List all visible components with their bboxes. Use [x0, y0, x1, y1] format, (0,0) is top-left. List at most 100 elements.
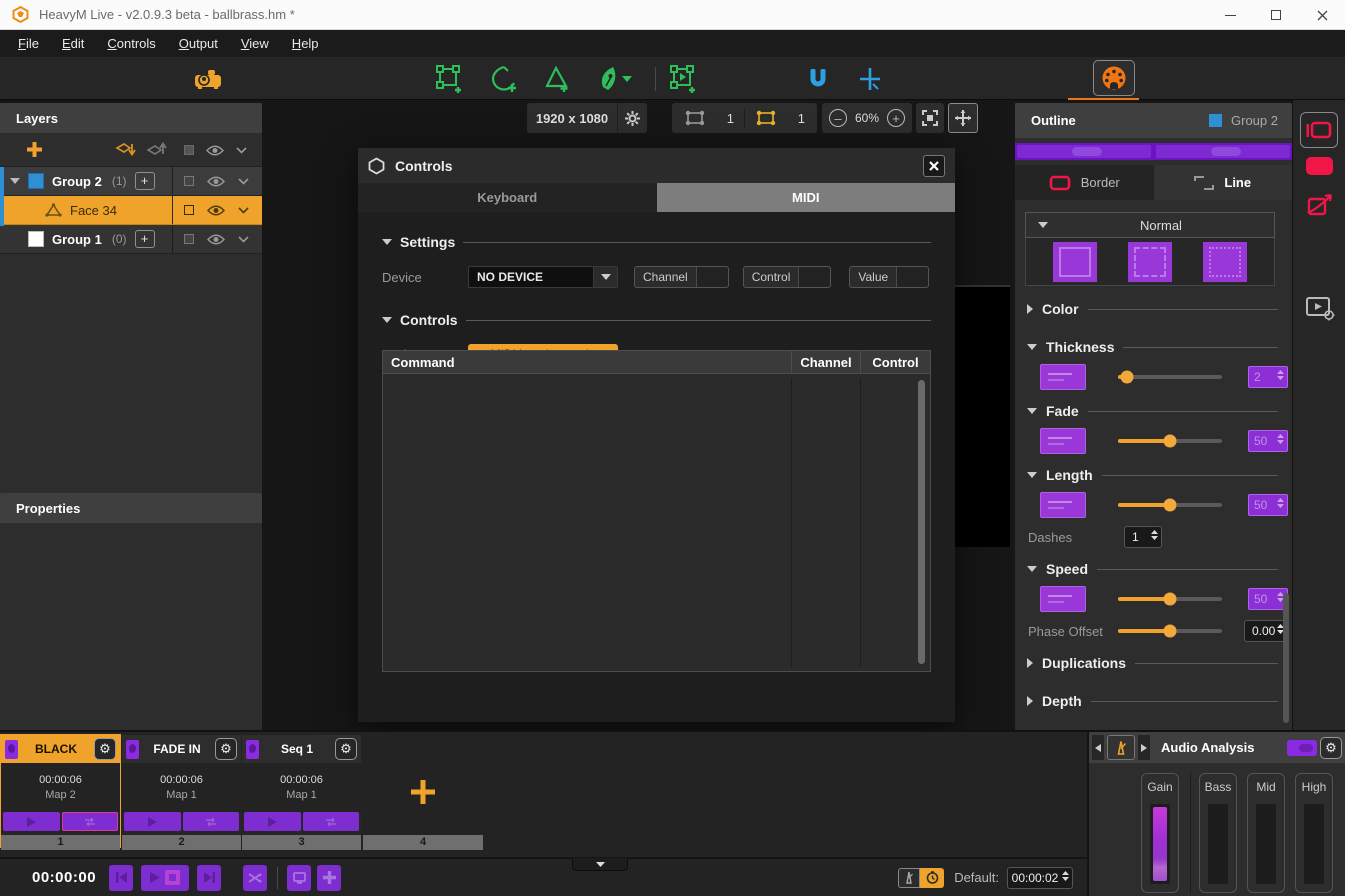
length-section-header[interactable]: Length: [1015, 467, 1292, 483]
control-field-input[interactable]: [798, 267, 830, 287]
layer-name[interactable]: Face 34: [70, 203, 117, 218]
effects-mode-button[interactable]: [1306, 193, 1334, 219]
speed-effect-swatch[interactable]: [1040, 586, 1086, 612]
depth-section-header[interactable]: Depth: [1015, 693, 1292, 709]
bpm-mode-button[interactable]: [898, 868, 920, 888]
settings-section-header[interactable]: Settings: [382, 234, 931, 250]
sequence-number[interactable]: 2: [122, 835, 241, 850]
outline-mode-button[interactable]: [1300, 112, 1338, 148]
tab-midi[interactable]: MIDI: [657, 183, 956, 212]
panel-prev-arrow[interactable]: [1092, 735, 1104, 760]
outline-panel-scrollbar[interactable]: [1283, 593, 1289, 723]
projector-icon[interactable]: [192, 63, 224, 95]
sequence-settings-gear-icon[interactable]: ⚙: [94, 738, 116, 760]
dialog-close-icon[interactable]: [923, 155, 945, 177]
add-point-icon[interactable]: [854, 63, 886, 95]
layer-row-face34[interactable]: Face 34: [0, 196, 262, 225]
add-quad-tool[interactable]: [434, 63, 466, 95]
add-player-tool[interactable]: [668, 63, 700, 95]
visibility-icon[interactable]: [207, 204, 225, 217]
sequence-play-button[interactable]: [3, 812, 60, 831]
thickness-effect-swatch[interactable]: [1040, 364, 1086, 390]
add-layer-button[interactable]: [26, 141, 43, 158]
meter-high[interactable]: High: [1295, 773, 1333, 893]
tab-line[interactable]: Line: [1154, 165, 1293, 200]
column-header-channel[interactable]: Channel: [792, 351, 861, 373]
solo-checkbox[interactable]: [184, 234, 194, 244]
menu-view[interactable]: View: [231, 31, 279, 56]
style-preview-3[interactable]: [1203, 242, 1247, 282]
layer-row-group2[interactable]: Group 2 (1) +: [0, 167, 262, 196]
sequence-settings-gear-icon[interactable]: ⚙: [215, 738, 237, 760]
meter-gain[interactable]: Gain: [1141, 773, 1179, 893]
sequence-number[interactable]: 4: [363, 835, 483, 850]
sequence-play-button[interactable]: [124, 812, 181, 831]
phase-offset-spinner[interactable]: 0.00: [1244, 620, 1288, 642]
zoom-out-button[interactable]: –: [829, 109, 847, 127]
sequence-loop-button[interactable]: [62, 812, 119, 831]
move-layer-down-icon[interactable]: [115, 141, 136, 158]
chevron-down-icon[interactable]: [238, 207, 249, 214]
group-color-swatch[interactable]: [28, 231, 44, 247]
add-triangle-tool[interactable]: [541, 63, 573, 95]
expand-icon[interactable]: [10, 178, 20, 184]
duplications-section-header[interactable]: Duplications: [1015, 655, 1292, 671]
device-select[interactable]: NO DEVICE: [468, 266, 618, 288]
visibility-icon[interactable]: [207, 233, 225, 246]
panel-next-arrow[interactable]: [1138, 735, 1150, 760]
magnet-icon[interactable]: [802, 63, 834, 95]
midi-panel-button[interactable]: [1093, 60, 1135, 96]
solo-checkbox[interactable]: [184, 205, 194, 215]
length-slider[interactable]: [1118, 503, 1222, 507]
resolution-settings-gear-icon[interactable]: [617, 103, 647, 133]
column-header-control[interactable]: Control: [861, 351, 930, 373]
sequence-settings-gear-icon[interactable]: ⚙: [335, 738, 357, 760]
move-layer-up-icon[interactable]: [146, 141, 167, 158]
pan-tool-button[interactable]: [948, 103, 978, 133]
chevron-down-icon[interactable]: [238, 178, 249, 185]
meter-mid[interactable]: Mid: [1247, 773, 1285, 893]
chevron-down-icon[interactable]: [238, 236, 249, 243]
controls-section-header[interactable]: Controls: [382, 312, 931, 328]
fit-view-button[interactable]: [916, 103, 944, 133]
fade-slider[interactable]: [1118, 439, 1222, 443]
length-effect-swatch[interactable]: [1040, 492, 1086, 518]
minimize-button[interactable]: [1207, 0, 1253, 30]
play-stop-button[interactable]: [141, 865, 189, 891]
menu-controls[interactable]: Controls: [97, 31, 165, 56]
chevron-down-icon[interactable]: [593, 267, 617, 287]
add-shape-to-group-button[interactable]: +: [135, 172, 155, 190]
menu-output[interactable]: Output: [169, 31, 228, 56]
channel-field[interactable]: Channel: [634, 266, 729, 288]
collapse-all-icon[interactable]: [236, 147, 247, 154]
fade-value-box[interactable]: 50: [1248, 430, 1288, 452]
player-settings-button[interactable]: [1305, 295, 1335, 321]
add-circle-tool[interactable]: [488, 63, 520, 95]
thickness-value-box[interactable]: 2: [1248, 366, 1288, 388]
fade-section-header[interactable]: Fade: [1015, 403, 1292, 419]
sequence-name[interactable]: FADE IN: [143, 742, 211, 756]
table-scrollbar[interactable]: [918, 380, 925, 664]
channel-field-input[interactable]: [696, 267, 728, 287]
metronome-button[interactable]: [1107, 735, 1135, 760]
timeline-collapse-handle[interactable]: [572, 858, 628, 871]
layer-name[interactable]: Group 2: [52, 174, 102, 189]
sequence-loop-button[interactable]: [303, 812, 360, 831]
tab-keyboard[interactable]: Keyboard: [358, 183, 657, 212]
style-preview-2[interactable]: [1128, 242, 1172, 282]
dashes-spinner[interactable]: 1: [1124, 526, 1162, 548]
display-output-button[interactable]: [287, 865, 311, 891]
add-output-button[interactable]: [317, 865, 341, 891]
zoom-in-button[interactable]: +: [887, 109, 905, 127]
visibility-all-icon[interactable]: [206, 144, 224, 157]
value-field[interactable]: Value: [849, 266, 929, 288]
time-mode-button[interactable]: [920, 868, 944, 888]
thickness-slider[interactable]: [1118, 375, 1222, 379]
speed-slider[interactable]: [1118, 597, 1222, 601]
thickness-section-header[interactable]: Thickness: [1015, 339, 1292, 355]
solo-checkbox[interactable]: [184, 176, 194, 186]
line-style-previews[interactable]: [1025, 238, 1275, 286]
visibility-icon[interactable]: [207, 175, 225, 188]
sequence-block-black[interactable]: BLACK ⚙ 00:00:06 Map 2 1: [1, 735, 120, 847]
phase-offset-slider[interactable]: [1118, 629, 1222, 633]
